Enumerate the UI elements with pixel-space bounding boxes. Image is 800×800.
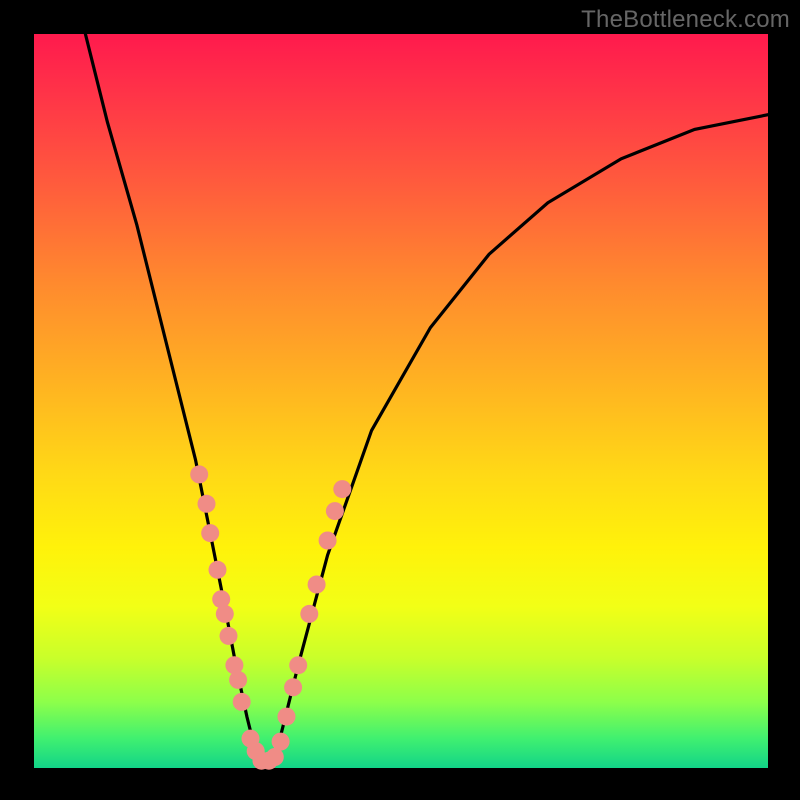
- bottleneck-curve: [85, 34, 768, 764]
- marker-dot: [266, 748, 284, 766]
- chart-frame: TheBottleneck.com: [0, 0, 800, 800]
- marker-dot: [216, 605, 234, 623]
- marker-dot: [190, 465, 208, 483]
- marker-dot: [333, 480, 351, 498]
- watermark-text: TheBottleneck.com: [581, 6, 790, 34]
- marker-dot: [272, 733, 290, 751]
- marker-dot: [284, 678, 302, 696]
- marker-dot: [220, 627, 238, 645]
- marker-dot: [308, 576, 326, 594]
- plot-area: [34, 34, 768, 768]
- curve-layer: [34, 34, 768, 768]
- marker-dot: [233, 693, 251, 711]
- sample-markers: [190, 465, 351, 769]
- marker-dot: [198, 495, 216, 513]
- marker-dot: [209, 561, 227, 579]
- marker-dot: [326, 502, 344, 520]
- marker-dot: [278, 708, 296, 726]
- marker-dot: [201, 524, 219, 542]
- marker-dot: [319, 532, 337, 550]
- marker-dot: [289, 656, 307, 674]
- marker-dot: [229, 671, 247, 689]
- marker-dot: [300, 605, 318, 623]
